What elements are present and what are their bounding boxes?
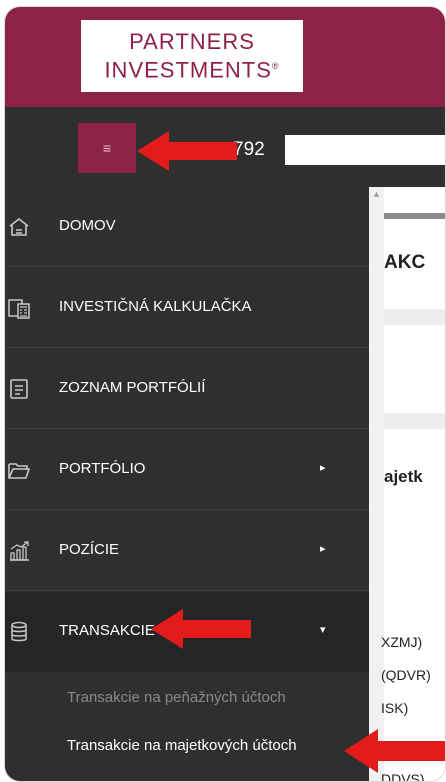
- chevron-right-icon: ▸: [320, 543, 326, 555]
- hamburger-menu-button[interactable]: ≡: [78, 123, 136, 173]
- section-title: ajetk: [384, 467, 423, 486]
- annotation-arrow: [344, 729, 445, 773]
- database-icon: [11, 621, 27, 642]
- annotation-arrow: [151, 609, 251, 649]
- chevron-down-icon: ▾: [320, 624, 326, 636]
- annotation-arrow: [137, 131, 237, 171]
- sidebar-item-label: TRANSAKCIE: [59, 622, 155, 639]
- tab-strip: [384, 213, 445, 219]
- company-logo[interactable]: PARTNERS INVESTMENTS®: [79, 18, 305, 94]
- divider-band: [384, 309, 445, 325]
- table-cell-code: XZMJ): [381, 634, 423, 650]
- sidebar-item-domov[interactable]: DOMOV: [5, 187, 369, 267]
- folder-icon: [8, 463, 31, 479]
- scroll-up-icon[interactable]: ▲: [372, 189, 381, 199]
- logo-line-2: INVESTMENTS®: [104, 54, 279, 82]
- page-title: AKC: [384, 252, 426, 273]
- sidebar-item-label: DOMOV: [59, 217, 116, 234]
- logo-line-1: PARTNERS: [129, 28, 255, 54]
- table-cell-code: ISK): [381, 700, 409, 716]
- sidebar-item-label: INVESTIČNÁ KALKULAČKA: [59, 298, 252, 315]
- sidebar-item-pozicie[interactable]: POZÍCIE ▸: [5, 511, 369, 591]
- logo-line-2-text: INVESTMENTS: [104, 57, 272, 83]
- sidebar-nav: DOMOV INVESTIČNÁ KALKULAČKA ZOZNAM PORTF…: [5, 187, 369, 781]
- chevron-right-icon: ▸: [320, 462, 326, 474]
- sidebar-item-portfolio[interactable]: PORTFÓLIO ▸: [5, 430, 369, 510]
- brand-header: PARTNERS INVESTMENTS®: [5, 7, 445, 107]
- sidebar-item-zoznam-portfolii[interactable]: ZOZNAM PORTFÓLIÍ: [5, 349, 369, 429]
- divider-band: [384, 413, 445, 429]
- calculator-icon: [8, 299, 30, 319]
- hamburger-icon: ≡: [102, 140, 112, 156]
- subitem-transakcie-penazne-ucty[interactable]: Transakcie na peňažných účtoch: [67, 689, 286, 706]
- home-icon: [9, 217, 29, 236]
- scrollbar[interactable]: ▲: [369, 187, 384, 781]
- sidebar-item-kalkulacka[interactable]: INVESTIČNÁ KALKULAČKA: [5, 268, 369, 348]
- user-id: 792: [233, 139, 265, 160]
- main-content: ▲ AKC ajetk XZMJ) (QDVR) ISK) DDVS): [369, 187, 445, 781]
- sidebar-item-label: PORTFÓLIO: [59, 460, 146, 477]
- sidebar-item-label: POZÍCIE: [59, 541, 120, 558]
- document-icon: [10, 379, 28, 399]
- table-cell-code: (QDVR): [381, 667, 431, 683]
- sidebar-item-label: ZOZNAM PORTFÓLIÍ: [59, 379, 206, 396]
- redaction-mask: [285, 135, 445, 165]
- subitem-transakcie-majetkove-ucty[interactable]: Transakcie na majetkových účtoch: [67, 737, 297, 754]
- chart-icon: [10, 541, 29, 561]
- registered-mark: ®: [271, 60, 280, 71]
- app-frame: PARTNERS INVESTMENTS® ≡ 792 DOMOV INVEST…: [4, 6, 446, 782]
